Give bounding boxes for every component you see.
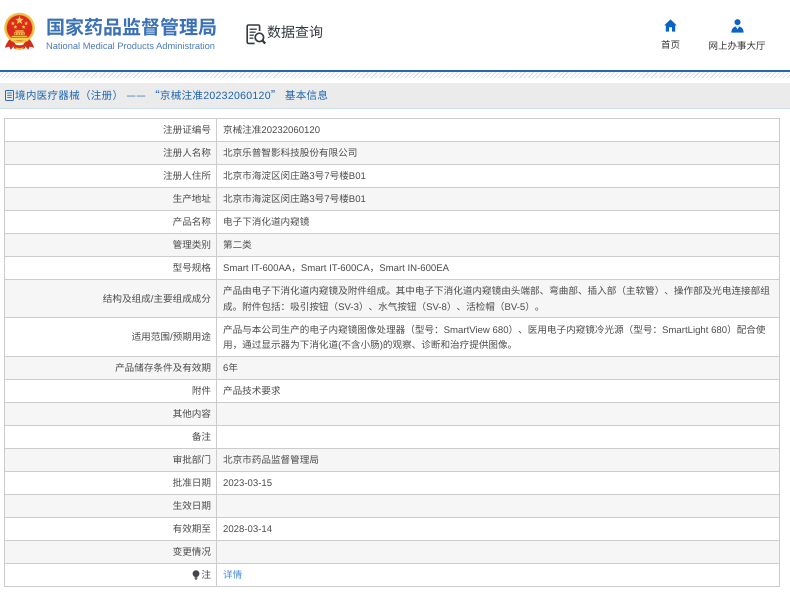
home-icon: [664, 19, 677, 32]
row-value: [216, 402, 780, 426]
row-value: 2023-03-15: [216, 471, 780, 495]
row-label-text: 注: [201, 567, 211, 582]
national-emblem-logo: [4, 12, 35, 50]
table-row: 产品储存条件及有效期 6年: [4, 356, 780, 380]
row-label: 附件: [4, 379, 217, 403]
table-row: 管理类别 第二类: [4, 233, 780, 257]
site-subtitle: National Medical Products Administration: [46, 38, 215, 52]
row-value: Smart IT-600AA，Smart IT-600CA，Smart IN-6…: [216, 256, 780, 280]
row-label: 注册人住所: [4, 164, 217, 188]
row-value: 6年: [216, 356, 780, 380]
row-value: 详情: [216, 563, 780, 587]
row-label: 产品名称: [4, 210, 217, 234]
table-row: 附件 产品技术要求: [4, 379, 780, 403]
row-label: 批准日期: [4, 471, 217, 495]
table-row: 适用范围/预期用途 产品与本公司生产的电子内窥镜图像处理器（型号：SmartVi…: [4, 317, 780, 357]
table-row: 注册人住所 北京市海淀区闵庄路3号7号楼B01: [4, 164, 780, 188]
table-row: 备注: [4, 425, 780, 449]
nav-service-hall-label: 网上办事大厅: [708, 38, 766, 52]
row-value: 产品技术要求: [216, 379, 780, 403]
row-label: 注册人名称: [4, 141, 217, 165]
user-icon: [730, 19, 744, 33]
row-value: 产品与本公司生产的电子内窥镜图像处理器（型号：SmartView 680）、医用…: [216, 317, 780, 357]
table-row: 注 详情: [4, 563, 780, 587]
table-row: 生产地址 北京市海淀区闵庄路3号7号楼B01: [4, 187, 780, 211]
nav-service-hall[interactable]: 网上办事大厅: [705, 19, 769, 50]
row-label: 生效日期: [4, 494, 217, 518]
row-value: [216, 425, 780, 449]
row-label: 备注: [4, 425, 217, 449]
row-label: 注册证编号: [4, 118, 217, 142]
row-label: 结构及组成/主要组成成分: [4, 279, 217, 318]
registration-info-table: 注册证编号 京械注准20232060120 注册人名称 北京乐普智影科技股份有限…: [4, 118, 790, 587]
row-label: 审批部门: [4, 448, 217, 472]
table-row: 变更情况: [4, 540, 780, 564]
document-icon: [5, 90, 14, 101]
row-value: 第二类: [216, 233, 780, 257]
table-row: 批准日期 2023-03-15: [4, 471, 780, 495]
nav-home-label: 首页: [660, 37, 680, 51]
table-row: 审批部门 北京市药品监督管理局: [4, 448, 780, 472]
row-value: 产品由电子下消化道内窥镜及附件组成。其中电子下消化道内窥镜由头端部、弯曲部、插入…: [216, 279, 780, 318]
row-label: 管理类别: [4, 233, 217, 257]
row-value: 北京市海淀区闵庄路3号7号楼B01: [216, 187, 780, 211]
data-query-label[interactable]: 数据查询: [267, 25, 323, 40]
row-value: 电子下消化道内窥镜: [216, 210, 780, 234]
nav-home[interactable]: 首页: [648, 19, 693, 49]
row-label: 适用范围/预期用途: [4, 317, 217, 357]
table-row: 其他内容: [4, 402, 780, 426]
table-row: 产品名称 电子下消化道内窥镜: [4, 210, 780, 234]
row-value: 北京市海淀区闵庄路3号7号楼B01: [216, 164, 780, 188]
row-label: 变更情况: [4, 540, 217, 564]
row-value: [216, 494, 780, 518]
row-value: [216, 540, 780, 564]
row-value: 北京市药品监督管理局: [216, 448, 780, 472]
row-label: 其他内容: [4, 402, 217, 426]
row-label: 注: [4, 563, 217, 587]
site-title: 国家药品监督管理局: [46, 13, 218, 40]
site-header: 国家药品监督管理局 National Medical Products Admi…: [0, 0, 790, 70]
row-label: 型号规格: [4, 256, 217, 280]
row-value: 北京乐普智影科技股份有限公司: [216, 141, 780, 165]
row-value: 2028-03-14: [216, 517, 780, 541]
table-row: 注册人名称 北京乐普智影科技股份有限公司: [4, 141, 780, 165]
data-query-icon: [246, 24, 266, 45]
bulb-icon: [193, 570, 200, 580]
table-row: 型号规格 Smart IT-600AA，Smart IT-600CA，Smart…: [4, 256, 780, 280]
table-row: 有效期至 2028-03-14: [4, 517, 780, 541]
details-link[interactable]: 详情: [223, 567, 242, 581]
row-value: 京械注准20232060120: [216, 118, 780, 142]
table-row: 注册证编号 京械注准20232060120: [4, 118, 780, 142]
row-label: 生产地址: [4, 187, 217, 211]
info-table: 注册证编号 京械注准20232060120 注册人名称 北京乐普智影科技股份有限…: [4, 118, 780, 587]
row-label: 有效期至: [4, 517, 217, 541]
table-row: 生效日期: [4, 494, 780, 518]
breadcrumb: 境内医疗器械（注册） —— “京械注准20232060120” 基本信息: [15, 88, 329, 103]
row-label: 产品储存条件及有效期: [4, 356, 217, 380]
breadcrumb-bar: 境内医疗器械（注册） —— “京械注准20232060120” 基本信息: [0, 83, 790, 109]
table-row: 结构及组成/主要组成成分 产品由电子下消化道内窥镜及附件组成。其中电子下消化道内…: [4, 279, 780, 318]
